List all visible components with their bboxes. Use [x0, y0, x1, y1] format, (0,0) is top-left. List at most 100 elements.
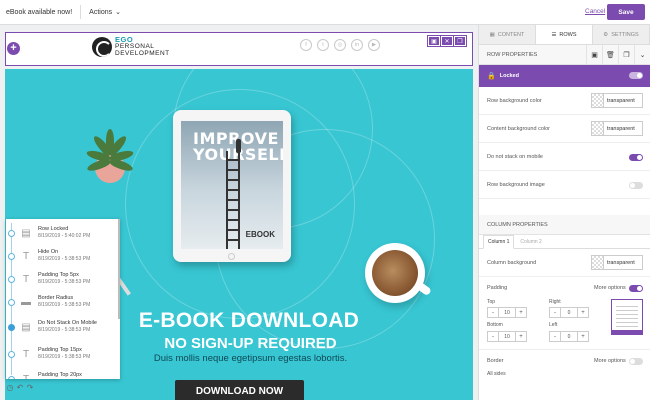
history-time: 8/19/2019 - 5:38:53 PM: [38, 279, 91, 285]
border-more-options-toggle[interactable]: [629, 358, 643, 365]
history-label: Do Not Stack On Mobile: [38, 320, 97, 326]
row-icon: ▤: [21, 321, 31, 333]
tab-column-1[interactable]: Column 1: [483, 235, 515, 249]
rows-icon: ☰: [551, 31, 557, 38]
history-item[interactable]: T Padding Top 20px: [6, 367, 120, 379]
history-time: 8/19/2019 - 5:40:02 PM: [38, 233, 91, 239]
hero-heading[interactable]: E-BOOK DOWNLOAD: [139, 309, 359, 333]
chevron-down-icon[interactable]: ⌄: [634, 45, 650, 65]
twitter-icon[interactable]: t: [317, 39, 329, 51]
duplicate-icon[interactable]: ❐: [618, 45, 634, 65]
history-dot-active: [8, 324, 15, 331]
row-bg-color-row: Row background color transparent: [479, 87, 650, 115]
undo-icon[interactable]: ↶: [16, 382, 24, 392]
tablet-image: IMPROVE YOURSELF EBOOK: [173, 110, 291, 262]
more-options-label: More options: [594, 285, 626, 291]
content-bg-color-row: Content background color transparent: [479, 115, 650, 143]
logo-text-line1: EGO: [115, 35, 134, 44]
actions-menu[interactable]: Actions ⌄: [89, 8, 121, 17]
redo-icon[interactable]: ↷: [26, 382, 34, 392]
header-row[interactable]: + EGO PERSONAL DEVELOPMENT f t ◎ in ▶ ▣ …: [5, 32, 473, 66]
padding-right-stepper[interactable]: -0 +: [549, 307, 589, 318]
history-label: Padding Top 20px: [38, 372, 82, 378]
tab-content[interactable]: ▦ CONTENT: [479, 25, 536, 44]
linkedin-icon[interactable]: in: [351, 39, 363, 51]
history-dot: [8, 351, 15, 358]
locked-row: 🔒 Locked: [479, 65, 650, 87]
page-title: eBook available now!: [6, 8, 73, 16]
logo-icon: [92, 36, 112, 57]
save-button[interactable]: Save: [607, 4, 645, 20]
history-dot: [8, 276, 15, 283]
coffee-cup-image: [365, 243, 433, 303]
cancel-link[interactable]: Cancel: [585, 8, 605, 15]
history-controls: ◷ ↶ ↷: [6, 381, 36, 393]
padding-more-options-toggle[interactable]: [629, 285, 643, 292]
tab-column-2[interactable]: Column 2: [516, 236, 545, 248]
history-label: Hide On: [38, 249, 59, 255]
settings-icon: ⚙: [603, 31, 609, 38]
tab-rows[interactable]: ☰ ROWS: [536, 25, 593, 44]
history-label: Padding Top 15px: [38, 347, 82, 353]
instagram-icon[interactable]: ◎: [334, 39, 346, 51]
content-icon: ▦: [489, 31, 495, 38]
locked-label: Locked: [499, 73, 519, 79]
row-icon: ▤: [21, 227, 31, 239]
facebook-icon[interactable]: f: [300, 39, 312, 51]
history-item[interactable]: T Padding Top 15px 8/19/2019 - 5:38:53 P…: [6, 342, 120, 366]
history-item[interactable]: T Padding Top 5px 8/19/2019 - 5:38:53 PM: [6, 267, 120, 291]
history-time: 8/19/2019 - 5:38:53 PM: [38, 354, 91, 360]
history-time: 8/19/2019 - 5:38:53 PM: [38, 302, 91, 308]
history-time: 8/19/2019 - 5:38:53 PM: [38, 256, 91, 262]
padding-controls: Top -10 + Right -0 + Bottom -10 + Left -0 +: [479, 299, 650, 349]
duplicate-icon[interactable]: ❐: [454, 36, 466, 46]
plant-image: [75, 115, 141, 191]
delete-icon[interactable]: 🗑: [602, 45, 618, 65]
locked-toggle[interactable]: [629, 72, 643, 79]
top-bar: eBook available now! Actions ⌄ Cancel Sa…: [0, 0, 650, 25]
border-row: Border More options: [479, 349, 650, 371]
add-row-button[interactable]: +: [7, 42, 20, 55]
padding-bottom-stepper[interactable]: -10 +: [487, 331, 527, 342]
content-bg-color-picker[interactable]: transparent: [591, 121, 643, 136]
history-time: 8/19/2019 - 5:38:53 PM: [38, 327, 91, 333]
logo-text-line2: PERSONAL: [115, 43, 155, 50]
save-row-icon[interactable]: ▣: [428, 36, 440, 46]
column-bg-row: Column background transparent: [479, 249, 650, 277]
history-scrollbar[interactable]: [118, 219, 120, 319]
actions-label: Actions: [89, 8, 113, 16]
no-stack-toggle[interactable]: [629, 154, 643, 161]
chevron-down-icon: ⌄: [115, 9, 121, 16]
row-bg-color-picker[interactable]: transparent: [591, 93, 643, 108]
column-properties-header: COLUMN PROPERTIES: [479, 215, 650, 235]
history-item[interactable]: T Hide On 8/19/2019 - 5:38:53 PM: [6, 244, 120, 268]
social-icons: f t ◎ in ▶: [300, 39, 380, 51]
tab-settings[interactable]: ⚙ SETTINGS: [593, 25, 650, 44]
row-properties-header: ROW PROPERTIES ▣ 🗑 ❐ ⌄: [479, 45, 650, 65]
history-item[interactable]: ▤ Row Locked 8/19/2019 - 5:40:02 PM: [6, 221, 120, 245]
book-label: EBOOK: [245, 230, 275, 239]
download-button[interactable]: DOWNLOAD NOW: [175, 380, 304, 400]
history-item[interactable]: ▬ Border Radius 8/19/2019 - 5:38:53 PM: [6, 290, 120, 314]
history-label: Row Locked: [38, 226, 69, 232]
lock-icon: 🔒: [487, 73, 496, 80]
youtube-icon[interactable]: ▶: [368, 39, 380, 51]
history-panel: ▤ Row Locked 8/19/2019 - 5:40:02 PM T Hi…: [6, 219, 120, 379]
history-clock-icon[interactable]: ◷: [6, 382, 14, 392]
no-stack-row: Do not stack on mobile: [479, 143, 650, 171]
hero-body-text[interactable]: Duis mollis neque egetipsum egestas lobo…: [154, 353, 347, 364]
history-label: Padding Top 5px: [38, 272, 79, 278]
logo: EGO PERSONAL DEVELOPMENT: [92, 36, 170, 57]
history-dot: [8, 230, 15, 237]
column-bg-color-picker[interactable]: transparent: [591, 255, 643, 270]
text-icon: T: [22, 273, 30, 285]
row-bg-image-toggle[interactable]: [629, 182, 643, 189]
delete-icon[interactable]: ✕: [441, 36, 453, 46]
padding-top-stepper[interactable]: -10 +: [487, 307, 527, 318]
history-item[interactable]: ▤ Do Not Stack On Mobile 8/19/2019 - 5:3…: [6, 315, 120, 339]
hero-subheading[interactable]: NO SIGN-UP REQUIRED: [164, 335, 336, 352]
panel-tabs: ▦ CONTENT ☰ ROWS ⚙ SETTINGS: [479, 25, 650, 45]
padding-left-stepper[interactable]: -0 +: [549, 331, 589, 342]
padding-row: Padding More options: [479, 277, 650, 299]
save-row-icon[interactable]: ▣: [586, 45, 602, 65]
